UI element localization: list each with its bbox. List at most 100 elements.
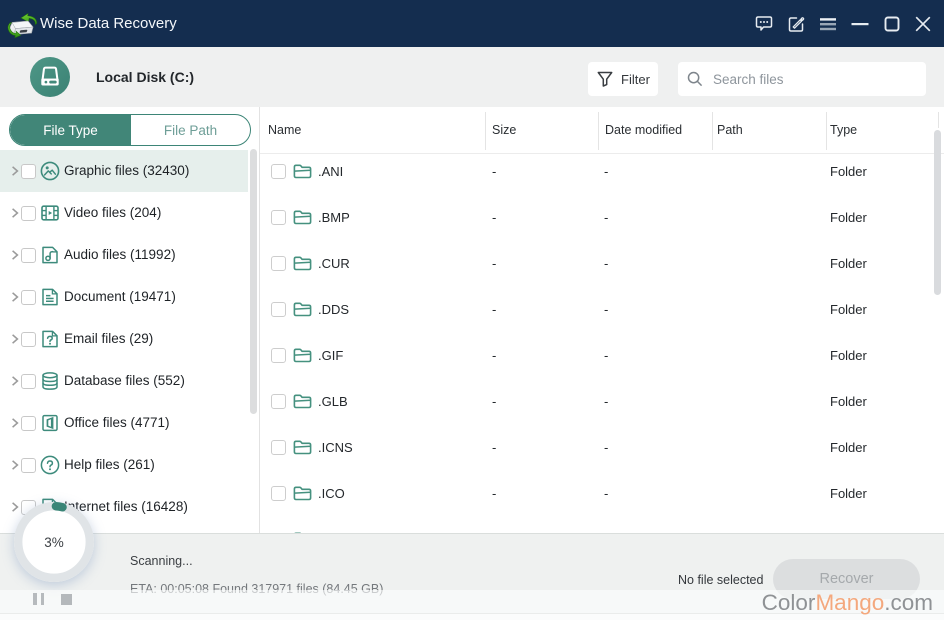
filter-button[interactable]: Filter	[588, 62, 658, 96]
column-header-name[interactable]: Name	[268, 107, 301, 154]
table-row-dds[interactable]: .DDS--Folder	[260, 292, 944, 338]
cell-date: -	[604, 338, 608, 374]
video-files-icon	[40, 203, 60, 223]
scanning-status: Scanning...	[130, 554, 193, 568]
table-row-partial[interactable]	[260, 522, 944, 533]
minimize-icon[interactable]	[850, 14, 870, 34]
checkbox[interactable]	[271, 486, 286, 501]
folder-icon	[293, 484, 312, 503]
table-row-ico[interactable]: .ICO--Folder	[260, 476, 944, 522]
file-table: Name Size Date modified Path Type .ANI - - Fold…	[260, 107, 944, 533]
checkbox[interactable]	[271, 302, 286, 317]
sidebar-item-label: Email files (29)	[64, 318, 153, 360]
menu-icon[interactable]	[818, 14, 838, 34]
checkbox[interactable]	[21, 206, 36, 221]
sidebar-item-graphic[interactable]: Graphic files (32430)	[0, 150, 248, 192]
column-header-date-modified[interactable]: Date modified	[605, 107, 682, 154]
filter-label: Filter	[621, 72, 650, 87]
chevron-right-icon[interactable]	[10, 292, 20, 302]
cell-size: -	[492, 154, 496, 190]
chevron-right-icon[interactable]	[10, 376, 20, 386]
cell-size: -	[492, 338, 496, 374]
chevron-right-icon[interactable]	[10, 250, 20, 260]
column-separator	[826, 112, 827, 150]
chevron-right-icon[interactable]	[10, 460, 20, 470]
table-scrollbar[interactable]	[934, 130, 941, 295]
search-box[interactable]	[678, 62, 926, 96]
cell-type: Folder	[830, 292, 867, 328]
cell-size: -	[492, 476, 496, 512]
view-switch: File Type File Path	[9, 114, 251, 146]
column-header-size[interactable]: Size	[492, 107, 516, 154]
checkbox[interactable]	[271, 164, 286, 179]
cell-size: -	[492, 292, 496, 328]
category-list: Graphic files (32430)Video files (204)Au…	[0, 150, 260, 528]
checkbox[interactable]	[21, 164, 36, 179]
search-input[interactable]	[711, 71, 905, 88]
selection-status: No file selected	[678, 573, 763, 587]
table-row-gif[interactable]: .GIF--Folder	[260, 338, 944, 384]
maximize-icon[interactable]	[882, 14, 902, 34]
cell-name: .ICNS	[318, 430, 353, 466]
folder-icon	[293, 438, 312, 457]
sidebar-scrollbar[interactable]	[250, 149, 257, 414]
checkbox[interactable]	[21, 374, 36, 389]
email-files-icon	[40, 329, 60, 349]
progress-percent: 3%	[14, 502, 94, 582]
database-files-icon	[40, 371, 60, 391]
table-row-ani[interactable]: .ANI--Folder	[260, 154, 944, 200]
checkbox[interactable]	[21, 416, 36, 431]
tab-file-type[interactable]: File Type	[10, 115, 131, 145]
checkbox[interactable]	[271, 348, 286, 363]
close-icon[interactable]	[913, 14, 933, 34]
watermark-text: ColorMango.com	[762, 590, 933, 616]
folder-icon	[293, 254, 312, 273]
cell-name: .ICO	[318, 476, 345, 512]
checkbox[interactable]	[271, 440, 286, 455]
chevron-right-icon[interactable]	[10, 334, 20, 344]
audio-files-icon	[40, 245, 60, 265]
search-icon	[686, 70, 704, 88]
cell-name: .ANI	[318, 154, 343, 190]
drive-icon	[30, 57, 70, 97]
checkbox[interactable]	[271, 394, 286, 409]
cell-name: .GIF	[318, 338, 343, 374]
sidebar-item-office[interactable]: Office files (4771)	[0, 402, 248, 444]
pause-icon[interactable]	[33, 593, 44, 605]
column-header-path[interactable]: Path	[717, 107, 743, 154]
cell-name: .BMP	[318, 200, 350, 236]
column-header-type[interactable]: Type	[830, 107, 857, 154]
stop-icon[interactable]	[61, 594, 72, 605]
checkbox[interactable]	[21, 458, 36, 473]
checkbox[interactable]	[21, 332, 36, 347]
chevron-right-icon[interactable]	[10, 418, 20, 428]
sidebar: File Type File Path Graphic files (32430…	[0, 107, 260, 533]
cell-date: -	[604, 154, 608, 190]
table-row-glb[interactable]: .GLB--Folder	[260, 384, 944, 430]
sidebar-item-audio[interactable]: Audio files (11992)	[0, 234, 248, 276]
checkbox[interactable]	[271, 210, 286, 225]
chevron-right-icon[interactable]	[10, 208, 20, 218]
cell-name: .GLB	[318, 384, 348, 420]
chevron-right-icon[interactable]	[10, 166, 20, 176]
cell-size: -	[492, 246, 496, 282]
drive-name: Local Disk (C:)	[96, 47, 194, 107]
sidebar-item-email[interactable]: Email files (29)	[0, 318, 248, 360]
column-separator	[598, 112, 599, 150]
app-window: Wise Data Recovery Local Disk (C:) Filte…	[0, 0, 944, 620]
table-row-bmp[interactable]: .BMP--Folder	[260, 200, 944, 246]
tab-file-path[interactable]: File Path	[131, 115, 250, 145]
checkbox[interactable]	[21, 290, 36, 305]
feedback-icon[interactable]	[754, 14, 774, 34]
table-row-icns[interactable]: .ICNS--Folder	[260, 430, 944, 476]
edit-icon[interactable]	[786, 14, 806, 34]
checkbox[interactable]	[21, 248, 36, 263]
sidebar-item-database[interactable]: Database files (552)	[0, 360, 248, 402]
table-row-cur[interactable]: .CUR--Folder	[260, 246, 944, 292]
sidebar-item-video[interactable]: Video files (204)	[0, 192, 248, 234]
folder-icon	[293, 162, 312, 181]
sidebar-item-document[interactable]: Document (19471)	[0, 276, 248, 318]
cell-size: -	[492, 430, 496, 466]
sidebar-item-help[interactable]: Help files (261)	[0, 444, 248, 486]
checkbox[interactable]	[271, 256, 286, 271]
